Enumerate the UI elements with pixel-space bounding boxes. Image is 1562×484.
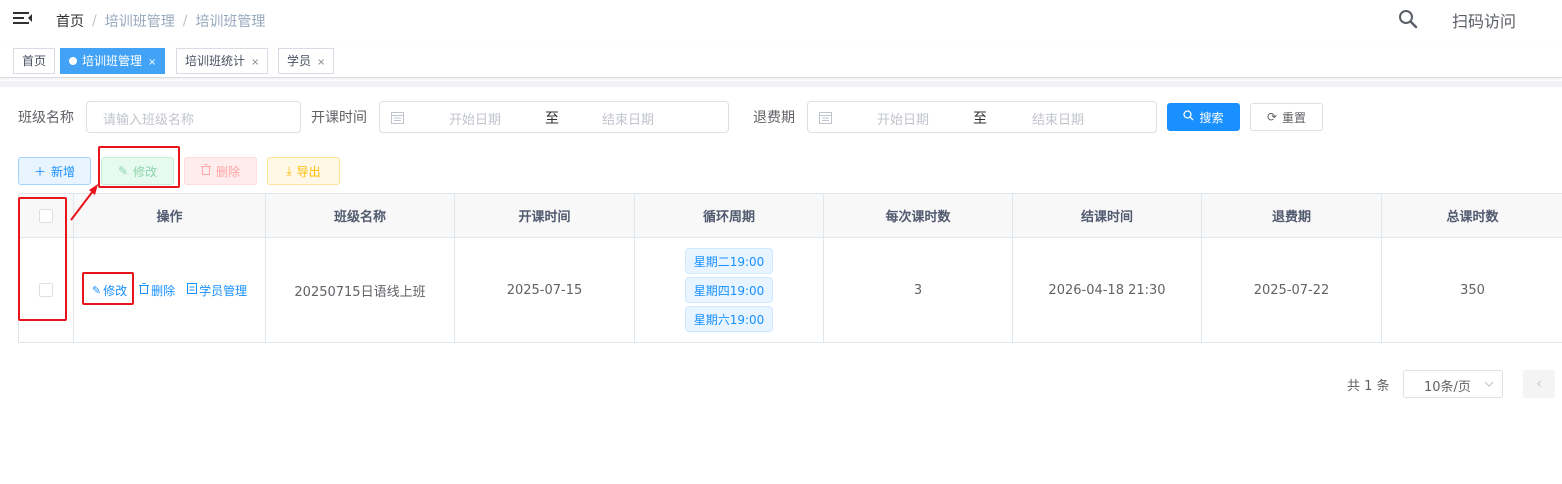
- row-students-link[interactable]: 学员管理: [187, 282, 247, 299]
- cycle-tag: 星期六19:00: [685, 306, 773, 332]
- tag-students[interactable]: 学员 ×: [278, 48, 335, 74]
- export-button-label: 导出: [296, 164, 321, 179]
- close-icon[interactable]: ×: [317, 57, 325, 68]
- annotation-highlight-row-edit: [82, 272, 134, 305]
- breadcrumb-separator: /: [92, 13, 97, 29]
- reset-button[interactable]: ⟳ 重置: [1250, 103, 1323, 131]
- class-name-placeholder: 请输入班级名称: [103, 113, 195, 128]
- class-table: 操作 班级名称 开课时间 循环周期 每次课时数 结课时间 退费期 总课时数 ✎ 修…: [18, 193, 1562, 343]
- refund-period-label: 退费期: [753, 110, 795, 126]
- column-header: 循环周期: [635, 194, 824, 238]
- add-button-label: 新增: [51, 164, 76, 179]
- table-cell-cycle: 星期二19:00 星期四19:00 星期六19:00: [635, 238, 824, 343]
- range-separator: 至: [973, 111, 987, 127]
- divider: [0, 81, 1562, 87]
- tag-label: 培训班统计: [185, 54, 246, 68]
- navbar: 首页 / 培训班管理 / 培训班管理 扫码访问: [0, 0, 1562, 40]
- tag-label: 学员: [287, 54, 312, 68]
- breadcrumb-home[interactable]: 首页: [56, 11, 84, 31]
- column-header: 总课时数: [1382, 194, 1562, 238]
- start-date-placeholder: 开始日期: [877, 113, 930, 128]
- export-button[interactable]: ⤓ 导出: [267, 157, 340, 185]
- prev-page-button[interactable]: ‹: [1523, 370, 1555, 398]
- start-time-label: 开课时间: [311, 110, 367, 126]
- end-date-placeholder: 结束日期: [602, 113, 655, 128]
- start-time-date-range[interactable]: 开始日期 至 结束日期: [379, 101, 729, 133]
- cycle-tag: 星期四19:00: [685, 277, 773, 303]
- column-header: 每次课时数: [824, 194, 1013, 238]
- column-header: 开课时间: [455, 194, 635, 238]
- tag-training-class-management[interactable]: 培训班管理 ×: [60, 48, 166, 74]
- table-cell-hours-per-class: 3: [824, 238, 1013, 343]
- column-header: 退费期: [1202, 194, 1382, 238]
- cycle-tag: 星期二19:00: [685, 248, 773, 274]
- table-cell-class-name: 20250715日语线上班: [266, 238, 455, 343]
- page-size-value: 10条/页: [1424, 380, 1471, 395]
- page-size-select[interactable]: 10条/页: [1403, 370, 1503, 398]
- search-button[interactable]: 搜索: [1167, 103, 1240, 131]
- download-icon: ⤓: [286, 163, 292, 178]
- breadcrumb-current: 培训班管理: [195, 14, 266, 30]
- tag-training-class-stats[interactable]: 培训班统计 ×: [176, 48, 269, 74]
- pagination-total: 共 1 条: [1347, 379, 1390, 394]
- refund-period-date-range[interactable]: 开始日期 至 结束日期: [807, 101, 1157, 133]
- refresh-icon: ⟳: [1266, 110, 1278, 124]
- hamburger-menu-icon[interactable]: [13, 11, 33, 27]
- class-name-input[interactable]: 请输入班级名称: [86, 101, 301, 133]
- table-cell-refund-period: 2025-07-22: [1202, 238, 1382, 343]
- row-students-label: 学员管理: [199, 283, 248, 298]
- table-cell-start-time: 2025-07-15: [455, 238, 635, 343]
- row-delete-link[interactable]: 删除: [139, 282, 175, 299]
- close-icon[interactable]: ×: [251, 57, 259, 68]
- search-button-label: 搜索: [1199, 110, 1224, 125]
- search-icon: [1183, 110, 1194, 124]
- table-cell-end-time: 2026-04-18 21:30: [1013, 238, 1202, 343]
- delete-button[interactable]: 删除: [184, 157, 257, 185]
- add-button[interactable]: ＋ 新增: [18, 157, 91, 185]
- delete-button-label: 删除: [215, 164, 240, 179]
- tag-home[interactable]: 首页: [13, 48, 56, 74]
- reset-button-label: 重置: [1282, 110, 1307, 125]
- chevron-down-icon: [1484, 375, 1494, 396]
- trash-icon: [139, 283, 150, 297]
- column-header: 班级名称: [266, 194, 455, 238]
- tag-label: 首页: [22, 54, 47, 68]
- trash-icon: [200, 164, 211, 178]
- active-dot-icon: [69, 57, 77, 65]
- table-cell-total-hours: 350: [1382, 238, 1562, 343]
- annotation-highlight-checkbox-column: [18, 197, 67, 321]
- row-delete-label: 删除: [151, 283, 176, 298]
- tags-view: 首页 培训班管理 × 培训班统计 × 学员 ×: [0, 44, 1562, 78]
- close-icon[interactable]: ×: [148, 57, 156, 68]
- scan-visit-link[interactable]: 扫码访问: [1452, 8, 1516, 32]
- calendar-icon: [819, 112, 832, 124]
- document-icon: [187, 283, 198, 297]
- chevron-left-icon: ‹: [1536, 376, 1542, 392]
- column-header: 结课时间: [1013, 194, 1202, 238]
- class-name-label: 班级名称: [18, 110, 74, 126]
- breadcrumb-training-class[interactable]: 培训班管理: [105, 11, 175, 31]
- calendar-icon: [391, 112, 404, 124]
- start-date-placeholder: 开始日期: [449, 113, 502, 128]
- plus-icon: ＋: [33, 164, 46, 179]
- column-header: 操作: [74, 194, 266, 238]
- range-separator: 至: [545, 111, 559, 127]
- breadcrumb: 首页 / 培训班管理 / 培训班管理: [56, 11, 265, 31]
- breadcrumb-separator: /: [182, 13, 188, 29]
- end-date-placeholder: 结束日期: [1032, 113, 1085, 128]
- search-icon[interactable]: [1398, 9, 1418, 29]
- tag-label: 培训班管理: [82, 54, 143, 68]
- annotation-highlight-edit-button: [98, 146, 180, 188]
